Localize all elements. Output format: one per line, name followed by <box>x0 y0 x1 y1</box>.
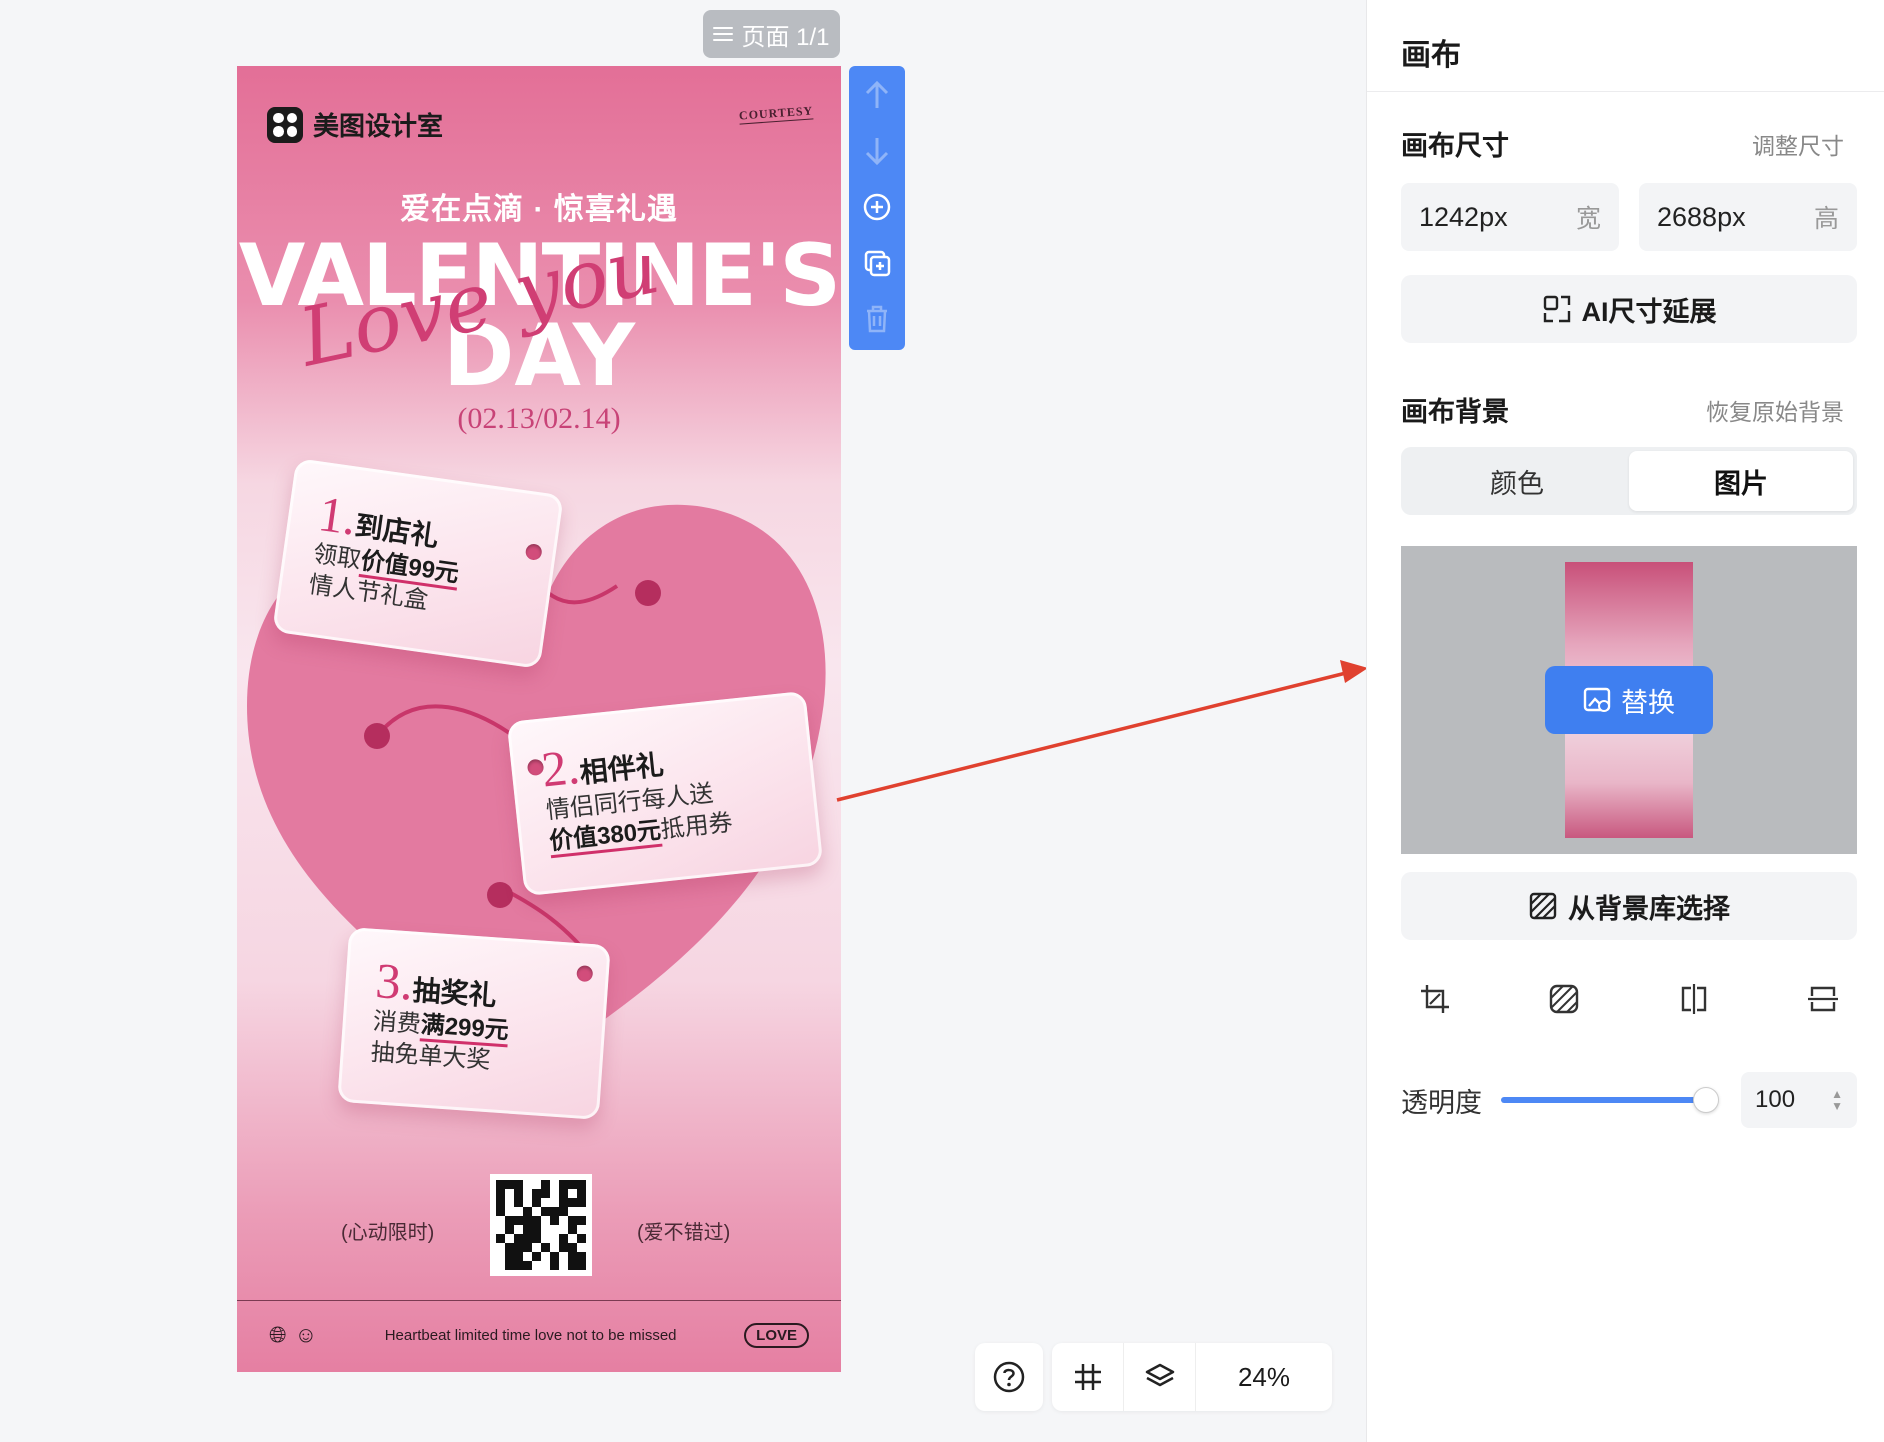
grid-button[interactable] <box>1052 1343 1124 1411</box>
plus-circle-icon <box>863 193 891 221</box>
tab-image[interactable]: 图片 <box>1629 451 1853 511</box>
bg-tools <box>1401 975 1857 1023</box>
duplicate-icon <box>864 250 891 277</box>
page-indicator-label: 页面 1/1 <box>741 23 830 51</box>
brand-mark-icon <box>267 106 303 143</box>
limit-right-text: (爱不错过) <box>637 1222 731 1244</box>
layers-icon <box>1145 1363 1174 1387</box>
slider-handle[interactable] <box>1693 1087 1719 1113</box>
page-indicator[interactable]: 页面 1/1 <box>703 10 840 58</box>
stepper-icon[interactable]: ▲ ▼ <box>1831 1088 1843 1112</box>
replace-label: 替换 <box>1621 687 1675 718</box>
opacity-value: 100 <box>1755 1086 1796 1113</box>
tag-hole <box>524 542 543 562</box>
gift-card-2: 2.相伴礼 情侣同行每人送 价值380元抵用券 <box>506 690 824 897</box>
footer-text: Heartbeat limited time love not to be mi… <box>384 1326 677 1344</box>
opacity-slider[interactable] <box>1501 1087 1719 1113</box>
flip-vertical-button[interactable] <box>1799 975 1847 1023</box>
opacity-row: 透明度 100 ▲ ▼ <box>1401 1072 1857 1128</box>
poster-title-line2: DAY <box>443 306 635 406</box>
opacity-input[interactable]: 100 ▲ ▼ <box>1741 1072 1857 1128</box>
gift-text: 领取 <box>311 540 363 574</box>
replace-image-icon <box>1583 687 1611 712</box>
help-button[interactable] <box>975 1343 1043 1411</box>
poster-canvas[interactable]: 美图设计室 COURTESY 爱在点滴 · 惊喜礼遇 VALENTINE'S D… <box>237 66 841 1372</box>
limit-left-text: (心动限时) <box>341 1222 435 1244</box>
arrow-down-icon <box>865 138 889 166</box>
list-icon <box>713 26 734 42</box>
gift-text: 抵用券 <box>659 809 734 844</box>
width-value: 1242px <box>1419 201 1508 232</box>
crop-icon <box>1421 985 1449 1013</box>
brand-name: 美图设计室 <box>313 111 444 141</box>
zoom-toolbar: 24% <box>1052 1343 1332 1411</box>
layers-button[interactable] <box>1124 1343 1196 1411</box>
help-icon <box>993 1361 1025 1393</box>
grid-icon <box>1074 1364 1101 1390</box>
transparency-button[interactable] <box>1540 975 1588 1023</box>
width-field[interactable]: 1242px 宽 <box>1401 183 1619 251</box>
restore-bg-link[interactable]: 恢复原始背景 <box>1706 393 1844 427</box>
bg-library-button[interactable]: 从背景库选择 <box>1401 872 1857 940</box>
flip-horizontal-button[interactable] <box>1670 975 1718 1023</box>
height-value: 2688px <box>1657 201 1746 232</box>
adjust-size-link[interactable]: 调整尺寸 <box>1752 127 1844 161</box>
move-up-button[interactable] <box>858 76 896 114</box>
delete-page-button[interactable] <box>858 300 896 338</box>
gift-card-3: 3.抽奖礼 消费满299元 抽免单大奖 <box>337 927 611 1120</box>
height-field[interactable]: 2688px 高 <box>1639 183 1857 251</box>
gift-number: 2. <box>538 737 583 798</box>
gift-card-1: 1.到店礼 领取价值99元 情人节礼盒 <box>272 458 564 669</box>
tab-color[interactable]: 颜色 <box>1405 451 1629 511</box>
ai-extend-icon <box>1543 295 1570 323</box>
gift-title: 抽奖礼 <box>411 974 498 1012</box>
globe-icon: 🌐︎ <box>269 1322 287 1347</box>
arrow-up-icon <box>865 80 889 108</box>
trash-icon <box>867 305 887 333</box>
smiley-icon: ☺ <box>294 1322 318 1347</box>
duplicate-page-button[interactable] <box>858 244 896 282</box>
poster-tagline: 爱在点滴 · 惊喜礼遇 <box>400 193 678 226</box>
ai-extend-button[interactable]: AI尺寸延展 <box>1401 275 1857 343</box>
flip-horizontal-icon <box>1681 984 1706 1014</box>
canvas-bg-heading: 画布背景 <box>1401 397 1509 427</box>
add-page-button[interactable] <box>858 188 896 226</box>
canvas-bg-header: 画布背景 恢复原始背景 <box>1401 390 1844 429</box>
move-down-button[interactable] <box>858 132 896 170</box>
poster-dates: (02.13/02.14) <box>457 402 621 435</box>
poster-footer: 🌐︎ ☺ Heartbeat limited time love not to … <box>237 1322 841 1348</box>
love-badge: LOVE <box>744 1322 809 1348</box>
tag-hole <box>576 965 594 983</box>
gift-title: 相伴礼 <box>578 749 666 789</box>
bg-type-tabs: 颜色 图片 <box>1401 447 1857 515</box>
canvas-size-header: 画布尺寸 调整尺寸 <box>1401 124 1844 163</box>
width-unit: 宽 <box>1575 205 1601 233</box>
pattern-icon <box>1529 892 1557 920</box>
bg-library-label: 从背景库选择 <box>1568 893 1730 924</box>
bg-preview: 替换 <box>1401 546 1857 854</box>
flip-vertical-icon <box>1807 986 1838 1012</box>
brand-logo: 美图设计室 <box>267 106 443 143</box>
properties-panel: 画布 画布尺寸 调整尺寸 1242px 宽 2688px 高 AI尺寸延展 画布… <box>1366 0 1884 1442</box>
divider <box>237 1300 841 1301</box>
panel-title: 画布 <box>1367 0 1884 92</box>
transparency-icon <box>1550 984 1579 1014</box>
element-toolbar <box>849 66 905 350</box>
replace-button[interactable]: 替换 <box>1545 666 1713 734</box>
opacity-label: 透明度 <box>1401 1087 1482 1118</box>
crop-button[interactable] <box>1411 975 1459 1023</box>
qr-code <box>490 1174 592 1276</box>
ai-extend-label: AI尺寸延展 <box>1581 296 1717 327</box>
zoom-level[interactable]: 24% <box>1196 1362 1332 1393</box>
gift-number: 3. <box>373 952 416 1011</box>
height-unit: 高 <box>1813 205 1839 233</box>
gift-text: 消费 <box>371 1007 422 1039</box>
canvas-size-heading: 画布尺寸 <box>1401 131 1509 161</box>
